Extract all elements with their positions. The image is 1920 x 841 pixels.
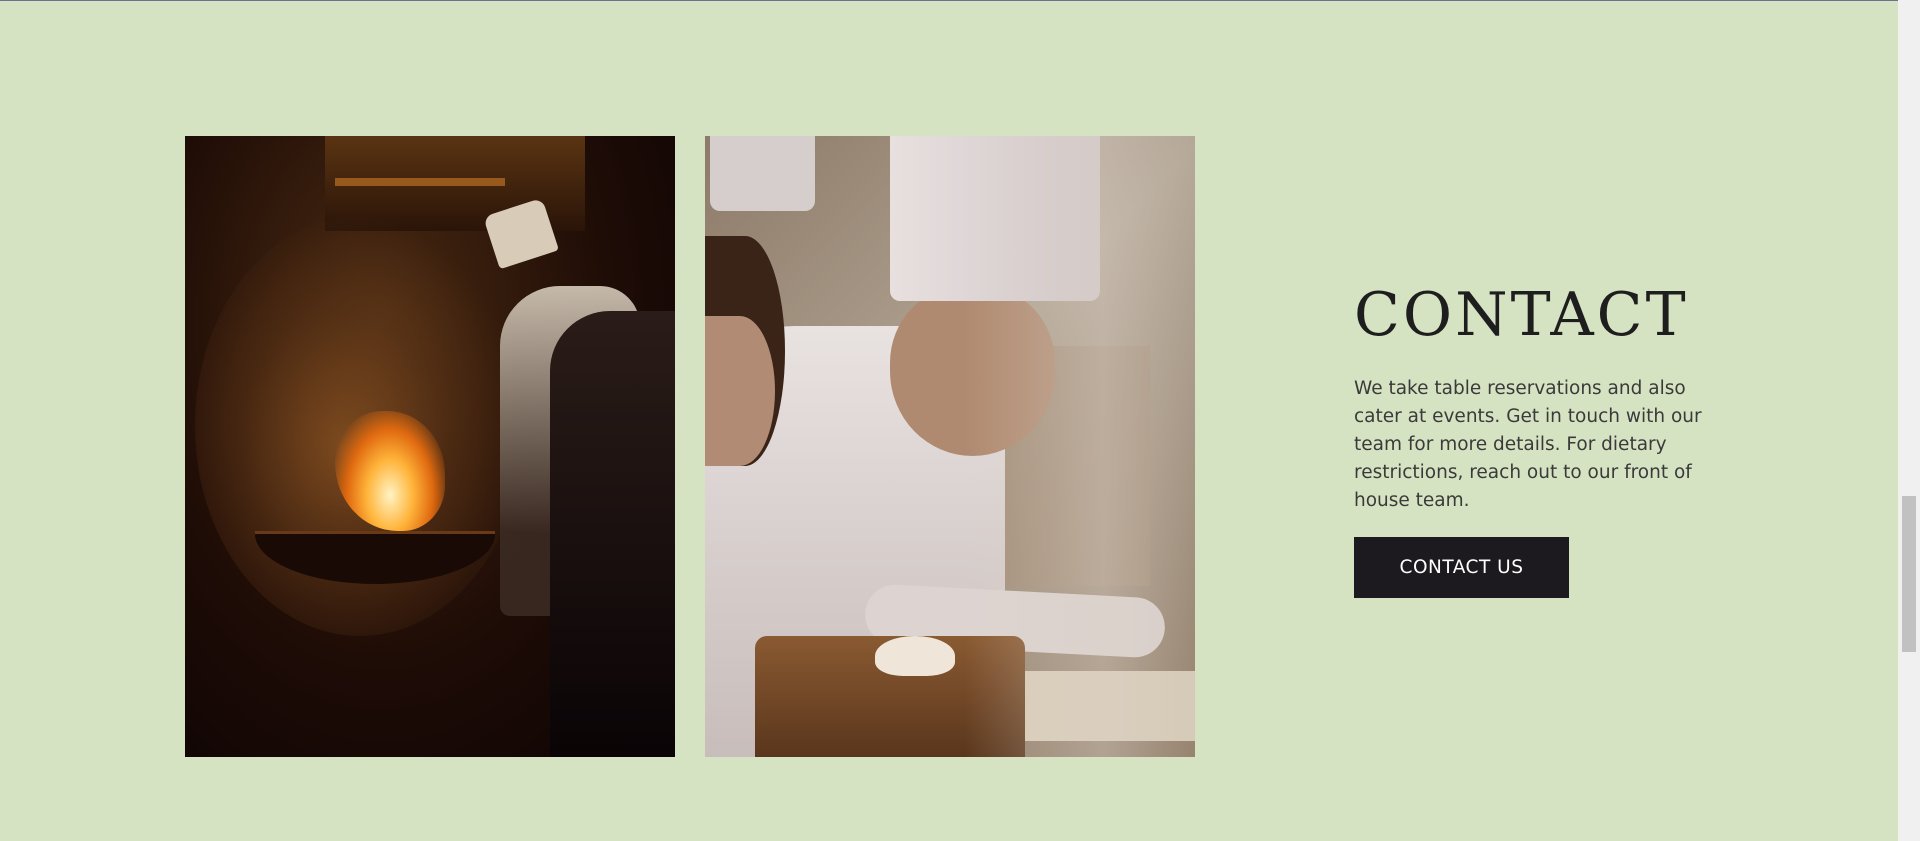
contact-us-button[interactable]: CONTACT US: [1354, 537, 1569, 598]
steam: [965, 136, 1195, 757]
chef-face-left: [705, 316, 775, 466]
scrollbar-thumb[interactable]: [1902, 496, 1916, 652]
dumpling: [875, 636, 955, 676]
chef-wok-photo: [185, 136, 675, 757]
background-figure: [550, 311, 675, 757]
vertical-scrollbar[interactable]: [1898, 0, 1920, 841]
contact-description: We take table reservations and also cate…: [1354, 378, 1702, 511]
chef-hat-small: [710, 136, 815, 211]
dumpling-chefs-photo: [705, 136, 1195, 757]
contact-title: CONTACT: [1354, 280, 1689, 350]
contact-block: CONTACT We take table reservations and a…: [1354, 279, 1734, 598]
hood-light: [335, 178, 505, 186]
contact-section: CONTACT We take table reservations and a…: [0, 1, 1898, 841]
